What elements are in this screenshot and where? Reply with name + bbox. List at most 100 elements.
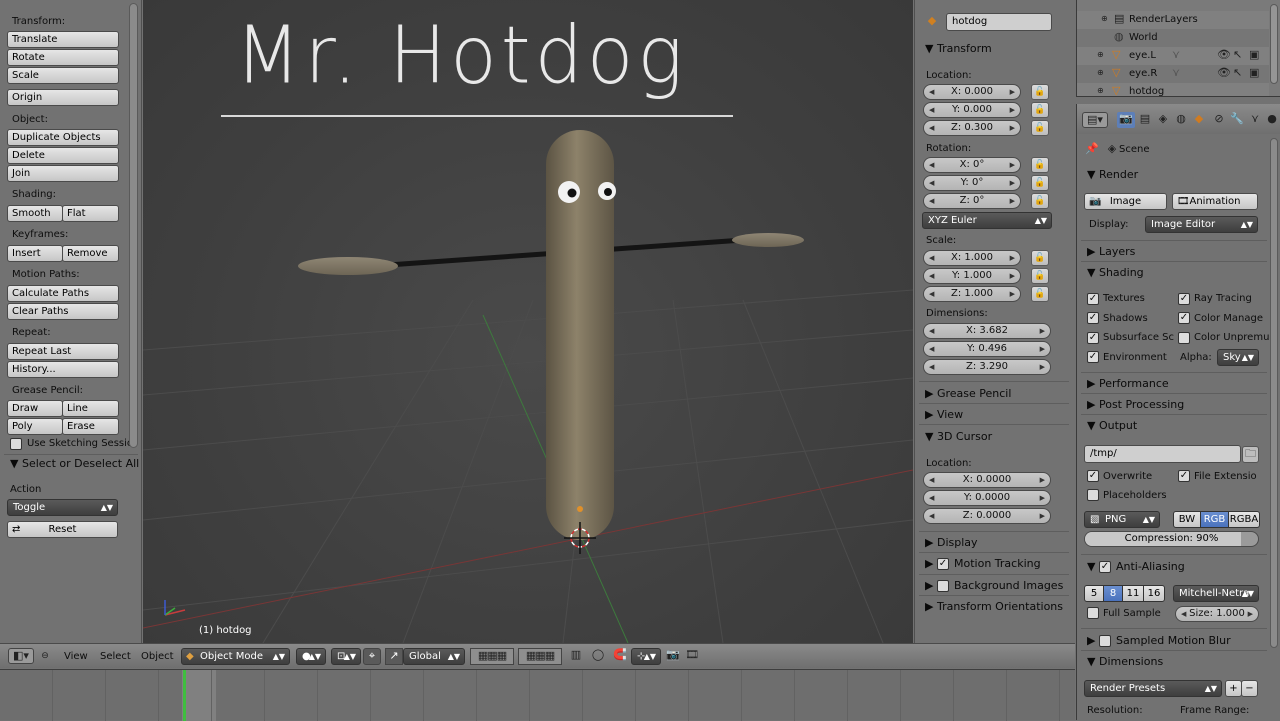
aa-filter-dropdown[interactable]: Mitchell-Netra ▲▼ [1173, 585, 1259, 602]
object-menu[interactable]: Object [141, 651, 174, 662]
transform-orientation-dropdown[interactable]: Global ▲▼ [403, 648, 465, 665]
material-tab-icon[interactable]: ● [1264, 112, 1280, 126]
post-processing-section[interactable]: ▶ Post Processing [1087, 398, 1184, 411]
opengl-render-icon[interactable]: 📷 [665, 648, 681, 662]
use-sketching-checkbox[interactable] [10, 438, 22, 450]
environment-checkbox[interactable]: ✓ [1087, 351, 1099, 363]
data-tab-icon[interactable]: ⋎ [1247, 112, 1263, 126]
rotation-z-field[interactable]: ◀ Z: 0° ▶ [923, 193, 1021, 209]
erase-button[interactable]: Erase [62, 418, 119, 435]
scene-tab-icon[interactable]: ◈ [1155, 112, 1171, 126]
file-format-dropdown[interactable]: ▧ PNG ▲▼ [1084, 511, 1160, 528]
dimension-y-field[interactable]: ◀ Y: 0.496 ▶ [923, 341, 1051, 357]
rotate-button[interactable]: Rotate [7, 49, 119, 66]
compression-slider[interactable]: Compression: 90% [1084, 531, 1259, 547]
full-sample-checkbox[interactable] [1087, 607, 1099, 619]
duplicate-objects-button[interactable]: Duplicate Objects [7, 129, 119, 146]
scale-z-field[interactable]: ◀ Z: 1.000 ▶ [923, 286, 1021, 302]
remove-preset-button[interactable]: − [1241, 680, 1258, 697]
history-button[interactable]: History... [7, 361, 119, 378]
cursor-z-field[interactable]: ◀ Z: 0.0000 ▶ [923, 508, 1051, 524]
rotation-z-lock-icon[interactable]: 🔓 [1031, 193, 1049, 209]
outliner-row[interactable]: ⊕ ▽ hotdog [1077, 83, 1269, 96]
3d-viewport[interactable]: Mr. Hotdog (1) hotdog [143, 0, 913, 643]
display-section[interactable]: ▶ Display [925, 536, 978, 549]
color-unpremultiply-checkbox[interactable] [1178, 332, 1190, 344]
layers-grid-icon[interactable]: ▦▦▦ [518, 648, 562, 665]
tool-shelf-scrollbar[interactable] [129, 3, 138, 448]
cursor-select-icon[interactable]: ↖ [1233, 48, 1242, 62]
color-bw-tab[interactable]: BW [1173, 511, 1201, 528]
output-section[interactable]: ▼ Output [1087, 419, 1137, 432]
repeat-last-button[interactable]: Repeat Last [7, 343, 119, 360]
scale-z-lock-icon[interactable]: 🔓 [1031, 286, 1049, 302]
rotation-y-lock-icon[interactable]: 🔓 [1031, 175, 1049, 191]
location-x-field[interactable]: ◀ X: 0.000 ▶ [923, 84, 1021, 100]
draw-button[interactable]: Draw [7, 400, 63, 417]
action-dropdown[interactable]: Toggle ▲▼ [7, 499, 118, 516]
operator-title[interactable]: ▼ Select or Deselect All [10, 457, 139, 470]
eye-visibility-icon[interactable]: 👁 [1217, 66, 1231, 80]
flat-button[interactable]: Flat [62, 205, 119, 222]
outliner-row[interactable]: ⊕ ▤ RenderLayers [1077, 11, 1269, 29]
sampled-motion-blur-checkbox[interactable] [1099, 635, 1111, 647]
eye-visibility-icon[interactable]: 👁 [1217, 48, 1231, 62]
placeholders-checkbox[interactable] [1087, 489, 1099, 501]
scale-x-field[interactable]: ◀ X: 1.000 ▶ [923, 250, 1021, 266]
outliner-row[interactable]: ⊕ ▽ eye.L ⋎ 👁 ↖ ▣ [1077, 47, 1269, 65]
file-extensions-checkbox[interactable]: ✓ [1178, 470, 1190, 482]
grease-pencil-section[interactable]: ▶ Grease Pencil [925, 387, 1011, 400]
remove-keyframe-button[interactable]: Remove [62, 245, 119, 262]
scale-x-lock-icon[interactable]: 🔓 [1031, 250, 1049, 266]
aa-samples-11-tab[interactable]: 11 [1122, 585, 1144, 602]
rotation-x-field[interactable]: ◀ X: 0° ▶ [923, 157, 1021, 173]
camera-render-icon[interactable]: ▣ [1249, 66, 1259, 80]
motion-tracking-section[interactable]: ▶ [925, 557, 933, 570]
render-image-button[interactable]: 📷 Image [1084, 193, 1167, 210]
color-rgba-tab[interactable]: RGBA [1228, 511, 1260, 528]
outliner-scrollbar[interactable] [1270, 4, 1278, 84]
aa-samples-8-tab[interactable]: 8 [1103, 585, 1123, 602]
cursor-x-field[interactable]: ◀ X: 0.0000 ▶ [923, 472, 1051, 488]
render-animation-button[interactable]: 🎞 Animation [1172, 193, 1258, 210]
manipulator-translate-icon[interactable]: ↗ [385, 648, 403, 665]
folder-icon[interactable]: 🗀 [1242, 446, 1259, 463]
3d-cursor-section[interactable]: ▼ 3D Cursor [925, 430, 992, 443]
overwrite-checkbox[interactable]: ✓ [1087, 470, 1099, 482]
location-z-field[interactable]: ◀ Z: 0.300 ▶ [923, 120, 1021, 136]
subsurface-checkbox[interactable]: ✓ [1087, 332, 1099, 344]
origin-button[interactable]: Origin [7, 89, 119, 106]
smooth-button[interactable]: Smooth [7, 205, 63, 222]
view-menu[interactable]: View [64, 651, 88, 662]
render-tab-icon[interactable]: 📷 [1117, 112, 1135, 128]
timeline[interactable] [0, 669, 1075, 721]
cursor-y-field[interactable]: ◀ Y: 0.0000 ▶ [923, 490, 1051, 506]
collapse-menus-icon[interactable]: ⊖ [39, 649, 51, 663]
object-name-field[interactable]: hotdog [946, 13, 1052, 31]
snap-element-dropdown[interactable]: ⊹ ▲▼ [631, 648, 661, 665]
layers-grid-icon[interactable]: ▦▦▦ [470, 648, 514, 665]
outliner-row[interactable]: ⊕ ▽ eye.R ⋎ 👁 ↖ ▣ [1077, 65, 1269, 83]
output-path-field[interactable]: /tmp/ [1084, 445, 1241, 463]
select-menu[interactable]: Select [100, 651, 131, 662]
render-section[interactable]: ▼ Render [1087, 168, 1138, 181]
rotation-x-lock-icon[interactable]: 🔓 [1031, 157, 1049, 173]
performance-section[interactable]: ▶ Performance [1087, 377, 1169, 390]
clear-paths-button[interactable]: Clear Paths [7, 303, 119, 320]
editor-type-icon[interactable]: ◧▾ [8, 648, 34, 664]
location-x-lock-icon[interactable]: 🔓 [1031, 84, 1049, 100]
color-rgb-tab[interactable]: RGB [1200, 511, 1229, 528]
display-dropdown[interactable]: Image Editor ▲▼ [1145, 216, 1258, 233]
aa-samples-5-tab[interactable]: 5 [1084, 585, 1104, 602]
scale-y-field[interactable]: ◀ Y: 1.000 ▶ [923, 268, 1021, 284]
join-button[interactable]: Join [7, 165, 119, 182]
delete-button[interactable]: Delete [7, 147, 119, 164]
render-layers-tab-icon[interactable]: ▤ [1137, 112, 1153, 126]
dimension-z-field[interactable]: ◀ Z: 3.290 ▶ [923, 359, 1051, 375]
constraints-tab-icon[interactable]: ⊘ [1211, 112, 1227, 126]
motion-tracking-checkbox[interactable]: ✓ [937, 558, 949, 570]
pivot-point-dropdown[interactable]: ⊡ ▲▼ [331, 648, 361, 665]
transform-orientations-section[interactable]: ▶ Transform Orientations [925, 600, 1063, 613]
location-y-lock-icon[interactable]: 🔓 [1031, 102, 1049, 118]
translate-button[interactable]: Translate [7, 31, 119, 48]
